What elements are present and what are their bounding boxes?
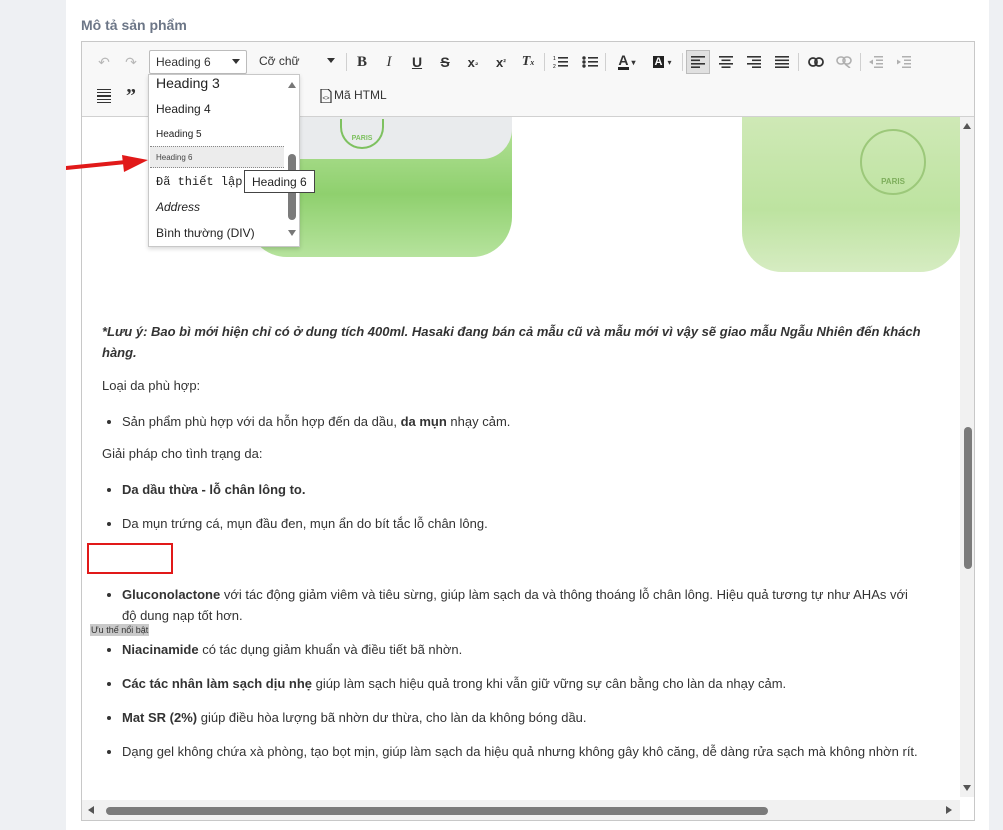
list-item: Sản phẩm phù hợp với da hỗn hợp đến da d…	[122, 411, 942, 432]
list-item: Các tác nhân làm sạch dịu nhẹ giúp làm s…	[122, 673, 922, 694]
subscript-icon[interactable]: x₂	[461, 50, 485, 74]
format-option-heading5[interactable]: Heading 5	[156, 129, 202, 140]
red-arrow-annotation	[66, 155, 148, 172]
annotation-highlight-box	[87, 543, 173, 574]
product-bottle-image	[742, 117, 960, 272]
toolbar-divider	[798, 53, 799, 71]
toolbar-divider	[605, 53, 606, 71]
svg-text:1: 1	[553, 56, 556, 62]
tooltip: Heading 6	[244, 170, 315, 193]
superscript-icon[interactable]: x²	[489, 50, 513, 74]
solution-label: Giải pháp cho tình trạng da:	[102, 446, 263, 461]
scroll-down-icon[interactable]	[288, 230, 296, 236]
format-option-preformatted[interactable]: Đã thiết lập	[156, 175, 242, 189]
redo-icon[interactable]: ↷	[119, 50, 143, 74]
list-item-bold: da mụn	[400, 414, 447, 429]
scroll-up-icon[interactable]	[288, 82, 296, 88]
section-title: Mô tả sản phẩm	[81, 17, 187, 33]
skin-type-list: Sản phẩm phù hợp với da hỗn hợp đến da d…	[82, 411, 942, 445]
list-item-bold: Niacinamide	[122, 642, 199, 657]
background-color-icon[interactable]: A ▾	[647, 50, 677, 74]
horizontal-scroll-thumb[interactable]	[106, 807, 768, 815]
bulleted-list-icon[interactable]	[578, 50, 602, 74]
scroll-left-icon[interactable]	[88, 806, 94, 814]
undo-icon[interactable]: ↶	[92, 50, 116, 74]
svg-text:<>: <>	[323, 96, 331, 102]
align-justify-icon[interactable]	[770, 50, 794, 74]
feature-list: Gluconolactone với tác động giảm viêm và…	[82, 584, 922, 775]
format-option-heading3[interactable]: Heading 3	[156, 75, 220, 91]
toolbar-divider	[544, 53, 545, 71]
format-option-heading6[interactable]: Heading 6	[156, 153, 192, 162]
font-size-select-value: Cỡ chữ	[259, 54, 300, 68]
text-color-icon[interactable]: A ▾	[612, 50, 642, 74]
format-dropdown-list[interactable]: Heading 3 Heading 4 Heading 5 Heading 6 …	[148, 74, 300, 247]
link-icon[interactable]	[804, 50, 828, 74]
list-item-bold: Gluconolactone	[122, 587, 221, 602]
list-item-bold: Da dầu thừa - lỗ chân lông to.	[122, 482, 306, 497]
seal-text: PARIS	[881, 177, 905, 186]
chevron-down-icon	[327, 58, 335, 63]
solution-list: Da dầu thừa - lỗ chân lông to. Da mụn trứ…	[82, 479, 942, 547]
toolbar-divider	[860, 53, 861, 71]
align-center-icon[interactable]	[714, 50, 738, 74]
list-item: Niacinamide có tác dụng giảm khuẩn và đi…	[122, 639, 922, 660]
list-item: Da dầu thừa - lỗ chân lông to.	[122, 479, 942, 500]
format-select[interactable]: Heading 6	[149, 50, 247, 74]
dropdown-scrollbar[interactable]	[286, 78, 298, 244]
list-item: Da mụn trứng cá, mụn đầu đen, mụn ẩn do …	[122, 513, 942, 534]
list-item-bold: Mat SR (2%)	[122, 710, 198, 725]
format-option-heading6-highlight[interactable]: Heading 6	[150, 146, 284, 168]
blockquote-icon[interactable]: ”	[119, 84, 143, 108]
format-option-address[interactable]: Address	[156, 200, 200, 214]
brand-seal-right: PARIS	[860, 129, 926, 195]
format-select-value: Heading 6	[156, 55, 211, 69]
list-item: Dạng gel không chứa xà phòng, tạo bọt mị…	[122, 741, 922, 762]
italic-icon[interactable]: I	[377, 50, 401, 74]
seal-text: PARIS	[351, 135, 373, 142]
list-item: Mat SR (2%) giúp điều hòa lượng bã nhờn …	[122, 707, 922, 728]
unlink-icon[interactable]	[832, 50, 856, 74]
format-option-div[interactable]: Bình thường (DIV)	[156, 226, 255, 240]
bold-icon[interactable]: B	[350, 50, 374, 74]
align-left-icon[interactable]	[686, 50, 710, 74]
indent-icon[interactable]	[892, 50, 916, 74]
svg-text:2: 2	[553, 64, 556, 69]
skin-type-label: Loại da phù hợp:	[102, 378, 201, 393]
toolbar-divider	[346, 53, 347, 71]
outdent-icon[interactable]	[864, 50, 888, 74]
list-item-bold: Các tác nhân làm sạch dịu nhẹ	[122, 676, 312, 691]
toolbar-divider	[682, 53, 683, 71]
chevron-down-icon	[232, 59, 240, 64]
source-html-button[interactable]: Mã HTML	[334, 88, 387, 102]
underline-icon[interactable]: U	[405, 50, 429, 74]
note-paragraph: *Lưu ý: Bao bì mới hiện chỉ có ở dung tí…	[102, 324, 921, 360]
font-size-select[interactable]: Cỡ chữ	[253, 50, 341, 74]
remove-format-icon[interactable]: Tx	[516, 50, 540, 74]
strikethrough-icon[interactable]: S	[433, 50, 457, 74]
numbered-list-icon[interactable]: 12	[549, 50, 573, 74]
align-right-icon[interactable]	[742, 50, 766, 74]
horizontal-rule-icon[interactable]	[92, 84, 116, 108]
scroll-right-icon[interactable]	[946, 806, 952, 814]
format-option-heading4[interactable]: Heading 4	[156, 102, 211, 116]
scroll-down-icon[interactable]	[963, 785, 971, 791]
scroll-up-icon[interactable]	[963, 123, 971, 129]
vertical-scroll-thumb[interactable]	[964, 427, 972, 569]
list-item: Gluconolactone với tác động giảm viêm và…	[122, 584, 922, 626]
